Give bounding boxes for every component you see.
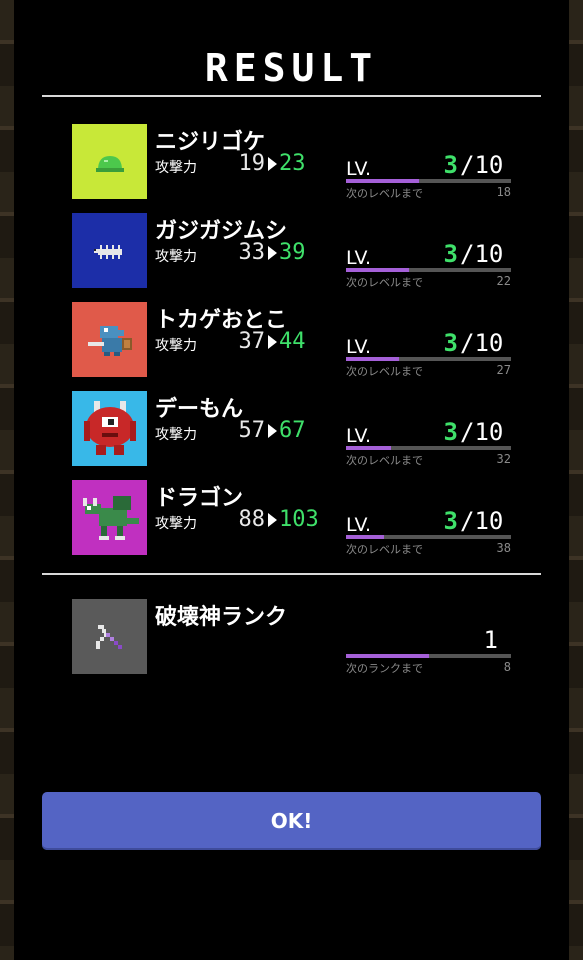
next-level-label: 次のレベルまで	[346, 187, 423, 200]
attack-label: 攻撃力	[155, 338, 197, 354]
attack-new-value: 23	[279, 151, 306, 176]
attack-label: 攻撃力	[155, 249, 197, 265]
level-progress-bar	[346, 535, 511, 539]
attack-old-value: 19	[238, 151, 266, 176]
level-progress-bar	[346, 357, 511, 361]
attack-label: 攻撃力	[155, 160, 197, 176]
level-current: 3	[443, 507, 458, 535]
level-max: /10	[460, 240, 504, 268]
attack-new-value: 44	[279, 329, 306, 354]
next-level-value: 22	[496, 274, 511, 288]
attack-new-value: 67	[279, 418, 306, 443]
level-max: /10	[460, 329, 504, 357]
attack-old-value: 88	[238, 507, 266, 532]
level-max: /10	[460, 507, 504, 535]
level-max: /10	[460, 151, 504, 179]
next-level-value: 38	[496, 541, 511, 555]
right-wall-decoration	[569, 0, 583, 960]
next-rank-label: 次のランクまで	[346, 662, 423, 675]
rank-value: 1	[483, 626, 498, 654]
level-progress-bar	[346, 179, 511, 183]
slime-icon	[72, 124, 147, 199]
next-level-value: 27	[496, 363, 511, 377]
next-level-label: 次のレベルまで	[346, 543, 423, 556]
arrow-right-icon	[268, 513, 277, 527]
top-divider	[42, 95, 541, 97]
attack-old-value: 37	[238, 329, 266, 354]
monster-row: デーもん 攻撃力 57 67 LV. 3 /10 次のレベルまで 32	[72, 391, 512, 467]
demon-icon	[72, 391, 147, 466]
level-max: /10	[460, 418, 504, 446]
next-level-value: 18	[496, 185, 511, 199]
result-title: RESULT	[204, 46, 379, 90]
arrow-right-icon	[268, 335, 277, 349]
dragon-icon	[72, 480, 147, 555]
attack-label: 攻撃力	[155, 516, 197, 532]
middle-divider	[42, 573, 541, 575]
arrow-right-icon	[268, 246, 277, 260]
next-level-label: 次のレベルまで	[346, 365, 423, 378]
attack-new-value: 103	[279, 507, 319, 532]
monster-row: ニジリゴケ 攻撃力 19 23 LV. 3 /10 次のレベルまで 18	[72, 124, 512, 200]
rank-row: 破壊神ランク 1 次のランクまで 8	[72, 599, 512, 675]
level-current: 3	[443, 240, 458, 268]
level-label: LV.	[346, 336, 372, 358]
level-label: LV.	[346, 514, 372, 536]
attack-new-value: 39	[279, 240, 306, 265]
arrow-right-icon	[268, 157, 277, 171]
next-level-value: 32	[496, 452, 511, 466]
bug-icon	[72, 213, 147, 288]
arrow-right-icon	[268, 424, 277, 438]
attack-label: 攻撃力	[155, 427, 197, 443]
next-level-label: 次のレベルまで	[346, 276, 423, 289]
rank-name: 破壊神ランク	[155, 605, 288, 630]
ok-button[interactable]: OK!	[42, 792, 541, 850]
level-label: LV.	[346, 247, 372, 269]
rank-progress-bar	[346, 654, 511, 658]
monster-row: ドラゴン 攻撃力 88 103 LV. 3 /10 次のレベルまで 38	[72, 480, 512, 556]
next-rank-value: 8	[503, 660, 511, 674]
level-label: LV.	[346, 425, 372, 447]
level-progress-bar	[346, 268, 511, 272]
level-label: LV.	[346, 158, 372, 180]
attack-old-value: 57	[238, 418, 266, 443]
level-current: 3	[443, 151, 458, 179]
attack-old-value: 33	[238, 240, 266, 265]
level-current: 3	[443, 418, 458, 446]
level-progress-bar	[346, 446, 511, 450]
pickaxe-icon	[72, 599, 147, 674]
lizardman-icon	[72, 302, 147, 377]
monster-row: トカゲおとこ 攻撃力 37 44 LV. 3 /10 次のレベルまで 27	[72, 302, 512, 378]
monster-row: ガジガジムシ 攻撃力 33 39 LV. 3 /10 次のレベルまで 22	[72, 213, 512, 289]
next-level-label: 次のレベルまで	[346, 454, 423, 467]
level-current: 3	[443, 329, 458, 357]
left-wall-decoration	[0, 0, 14, 960]
